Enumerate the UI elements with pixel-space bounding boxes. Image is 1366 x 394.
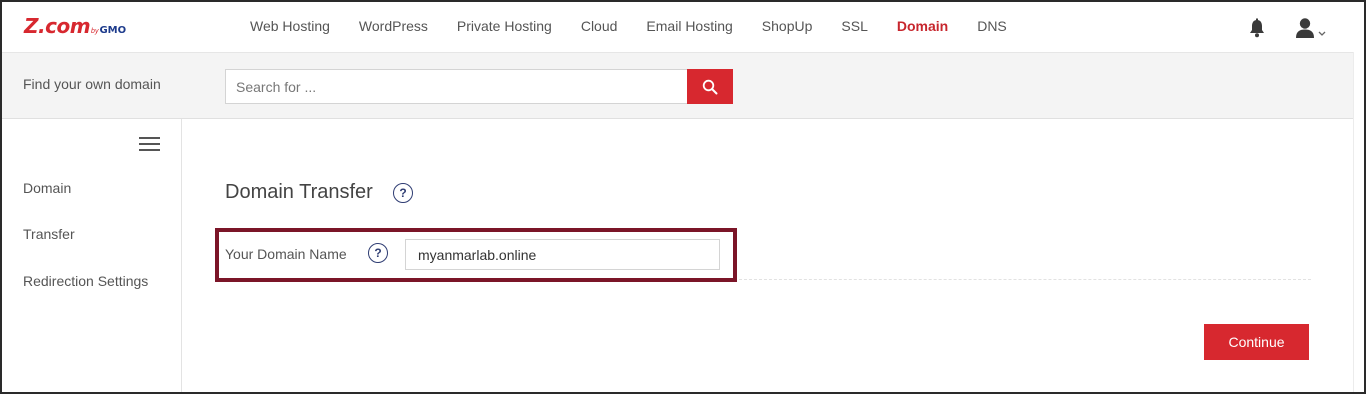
domain-name-label: Your Domain Name bbox=[225, 246, 347, 262]
logo-text: Z.com bbox=[24, 14, 91, 38]
nav-item-ssl[interactable]: SSL bbox=[841, 18, 867, 34]
sidebar-item-transfer[interactable]: Transfer bbox=[23, 226, 75, 242]
logo-gmo-text: GMO bbox=[99, 25, 127, 36]
help-icon[interactable]: ? bbox=[368, 243, 388, 263]
top-navigation: Z.com by GMO Web Hosting WordPress Priva… bbox=[2, 2, 1364, 52]
zcom-logo[interactable]: Z.com by GMO bbox=[24, 14, 126, 40]
sidebar: Domain Transfer Redirection Settings bbox=[2, 119, 182, 392]
domain-name-input[interactable] bbox=[405, 239, 720, 270]
chevron-down-icon bbox=[1318, 31, 1326, 36]
sidebar-item-domain[interactable]: Domain bbox=[23, 180, 71, 196]
search-button[interactable] bbox=[687, 69, 733, 104]
bell-icon[interactable] bbox=[1248, 18, 1266, 38]
sidebar-item-redirection-settings[interactable]: Redirection Settings bbox=[23, 273, 148, 289]
nav-item-private-hosting[interactable]: Private Hosting bbox=[457, 18, 552, 34]
hamburger-menu-icon[interactable] bbox=[139, 137, 160, 151]
nav-item-email-hosting[interactable]: Email Hosting bbox=[646, 18, 732, 34]
help-icon[interactable]: ? bbox=[393, 183, 413, 203]
nav-item-wordpress[interactable]: WordPress bbox=[359, 18, 428, 34]
domain-search-input[interactable] bbox=[225, 69, 688, 104]
search-icon bbox=[702, 79, 718, 94]
nav-item-dns[interactable]: DNS bbox=[977, 18, 1007, 34]
find-domain-label: Find your own domain bbox=[23, 76, 161, 92]
nav-item-web-hosting[interactable]: Web Hosting bbox=[250, 18, 330, 34]
scrollbar[interactable] bbox=[1353, 52, 1364, 392]
continue-button[interactable]: Continue bbox=[1204, 324, 1309, 360]
browser-frame: Z.com by GMO Web Hosting WordPress Priva… bbox=[0, 0, 1366, 394]
logo-by-text: by bbox=[91, 28, 99, 35]
domain-search-bar: Find your own domain bbox=[2, 52, 1364, 119]
nav-item-cloud[interactable]: Cloud bbox=[581, 18, 618, 34]
account-menu[interactable] bbox=[1295, 17, 1329, 39]
page-title: Domain Transfer bbox=[225, 181, 373, 203]
divider bbox=[739, 279, 1311, 280]
main-nav: Web Hosting WordPress Private Hosting Cl… bbox=[250, 18, 1036, 34]
user-icon bbox=[1296, 18, 1314, 38]
main-content: Domain Transfer ? Your Domain Name ? Con… bbox=[183, 119, 1364, 392]
nav-item-domain[interactable]: Domain bbox=[897, 18, 948, 34]
nav-item-shopup[interactable]: ShopUp bbox=[762, 18, 813, 34]
